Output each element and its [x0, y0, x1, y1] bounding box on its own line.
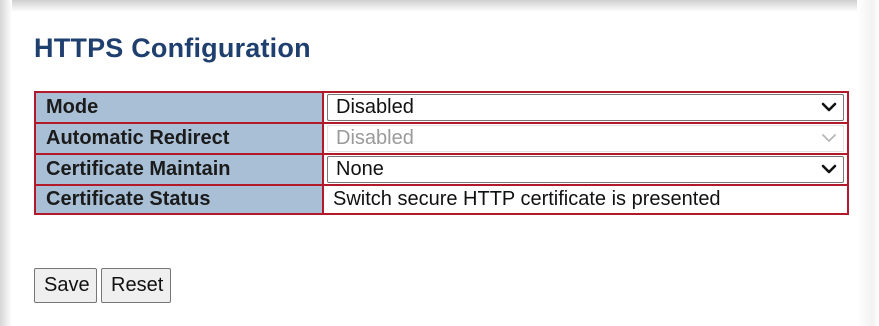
certificate-maintain-cell: None: [322, 153, 849, 186]
page-title: HTTPS Configuration: [34, 33, 311, 63]
certificate-maintain-label: Certificate Maintain: [34, 153, 324, 186]
automatic-redirect-select-value: Disabled: [336, 127, 414, 149]
certificate-status-label: Certificate Status: [34, 184, 324, 215]
config-row-certificate-maintain: Certificate Maintain None: [34, 153, 849, 186]
certificate-maintain-select[interactable]: None: [327, 156, 844, 183]
certificate-status-value: Switch secure HTTP certificate is presen…: [333, 188, 721, 210]
reset-button[interactable]: Reset: [101, 268, 171, 303]
https-config-table: Mode Disabled Automatic Redirect Disable…: [34, 91, 849, 215]
save-button[interactable]: Save: [34, 268, 97, 303]
chevron-down-icon: [821, 102, 837, 112]
config-row-certificate-status: Certificate Status Switch secure HTTP ce…: [34, 184, 849, 215]
config-row-automatic-redirect: Automatic Redirect Disabled: [34, 122, 849, 155]
mode-label: Mode: [34, 91, 324, 124]
window-shadow-top: [0, 0, 879, 12]
config-row-mode: Mode Disabled: [34, 91, 849, 124]
chevron-down-icon: [822, 134, 836, 142]
window-shadow-right: [857, 0, 879, 326]
mode-select-value: Disabled: [336, 96, 414, 118]
certificate-status-cell: Switch secure HTTP certificate is presen…: [322, 184, 849, 215]
chevron-down-icon: [821, 164, 837, 174]
automatic-redirect-label: Automatic Redirect: [34, 122, 324, 155]
automatic-redirect-select: Disabled: [327, 125, 844, 152]
https-config-page: HTTPS Configuration Mode Disabled Automa…: [0, 0, 879, 326]
automatic-redirect-cell: Disabled: [322, 122, 849, 155]
certificate-maintain-select-value: None: [336, 158, 384, 180]
window-shadow-left: [0, 0, 12, 326]
mode-cell: Disabled: [322, 91, 849, 124]
mode-select[interactable]: Disabled: [327, 94, 844, 121]
